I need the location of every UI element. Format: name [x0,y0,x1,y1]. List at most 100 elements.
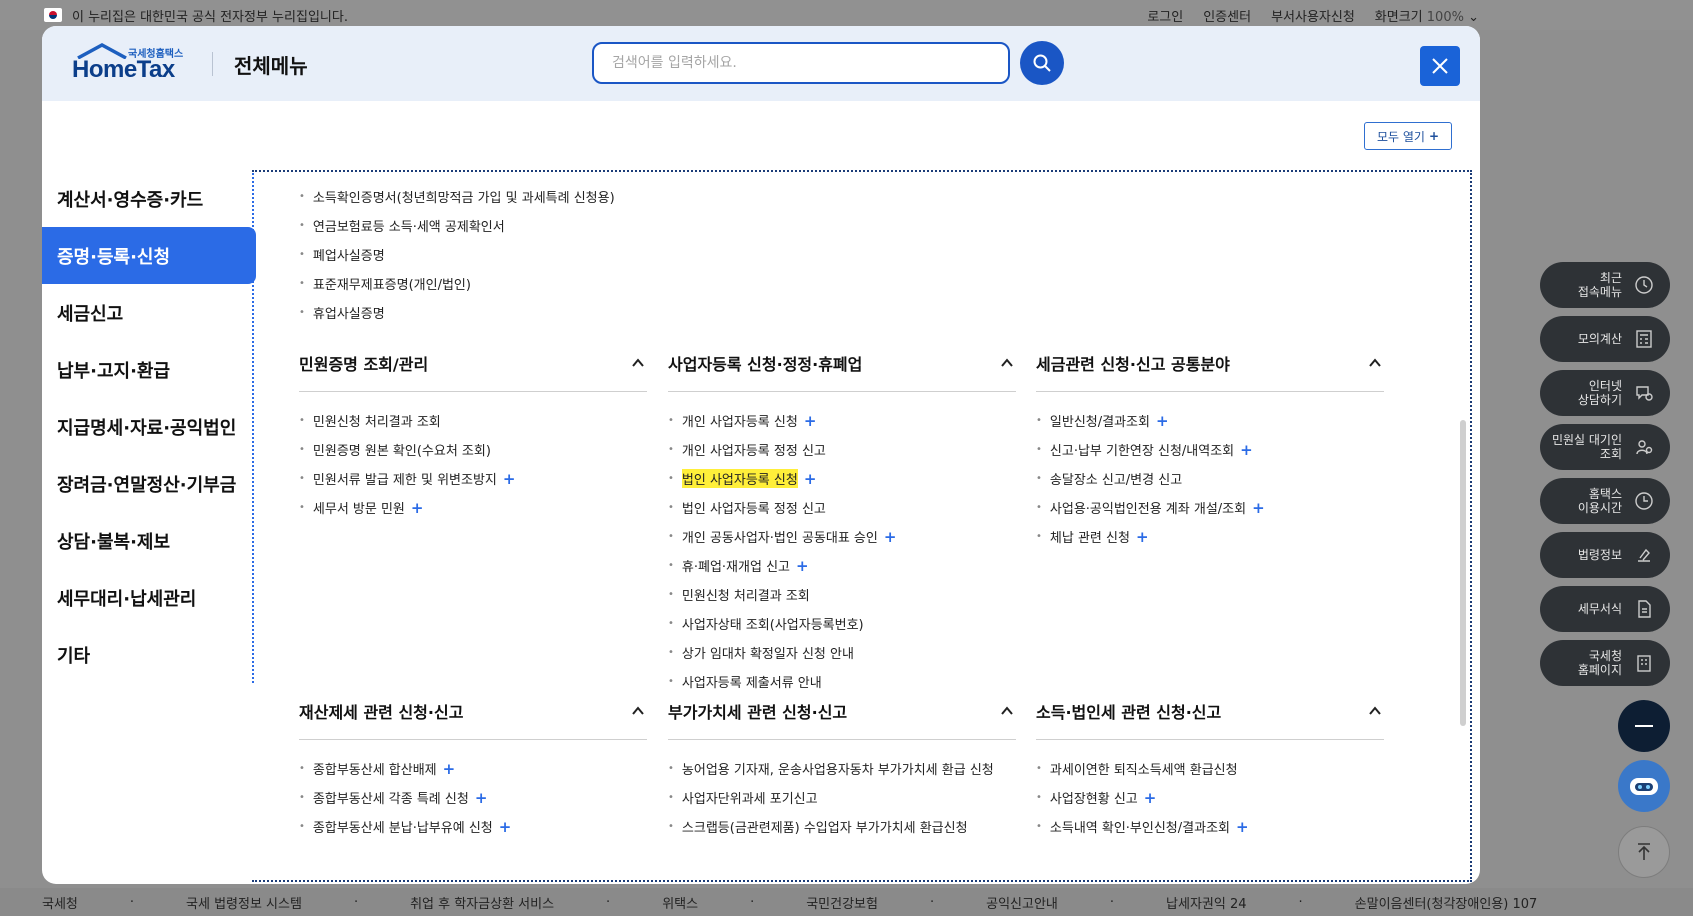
login-link[interactable]: 로그인 [1147,6,1183,25]
sidebar-item[interactable]: 장려금·연말정산·기부금 [42,455,256,512]
menu-link[interactable]: • 법인 사업자등록 정정 신고 [668,493,1016,522]
search-input[interactable] [612,44,972,82]
menu-link[interactable]: • 상가 임대차 확정일자 신청 안내 [668,638,1016,667]
dept-user-link[interactable]: 부서사용자신청 [1271,6,1355,25]
section-header[interactable]: 민원증명 조회/관리 [299,334,647,392]
chevron-up-icon[interactable] [631,704,645,718]
menu-link[interactable]: • 사업자단위과세 포기신고 [668,783,1016,812]
menu-link[interactable]: • 폐업사실증명 [299,240,615,269]
menu-link[interactable]: • 개인 공동사업자·법인 공동대표 승인 + [668,522,1016,551]
section-header[interactable]: 재산제세 관련 신청·신고 [299,682,647,740]
footer-link[interactable]: 공익신고안내 [986,893,1058,912]
footer-link[interactable]: 국민건강보험 [806,893,878,912]
expand-plus-icon[interactable]: + [884,528,897,546]
menu-link[interactable]: • 민원증명 원본 확인(수요처 조회) [299,435,647,464]
scroll-top-button[interactable] [1618,826,1670,878]
collapse-quick-menu-button[interactable] [1618,700,1670,752]
footer-link[interactable]: 납세자권익 24 [1166,893,1246,912]
sidebar-item[interactable]: 세무대리·납세관리 [42,569,256,626]
chevron-up-icon[interactable] [1368,704,1382,718]
footer-link[interactable]: 손말이음센터(청각장애인용) 107 [1355,893,1538,912]
scroll-thumb[interactable] [1460,420,1466,726]
menu-link[interactable]: • 소득내역 확인·부인신청/결과조회 + [1036,812,1384,841]
expand-plus-icon[interactable]: + [503,470,516,488]
expand-plus-icon[interactable]: + [411,499,424,517]
menu-link[interactable]: • 법인 사업자등록 신청 + [668,464,1016,493]
expand-plus-icon[interactable]: + [1136,528,1149,546]
section-header[interactable]: 세금관련 신청·신고 공통분야 [1036,334,1384,392]
sidebar-item[interactable]: 납부·고지·환급 [42,341,256,398]
menu-link[interactable]: • 종합부동산세 각종 특례 신청 + [299,783,647,812]
quick-menu-button[interactable]: 국세청 홈페이지 [1540,640,1670,686]
expand-plus-icon[interactable]: + [1236,818,1249,836]
chevron-up-icon[interactable] [1368,356,1382,370]
menu-link[interactable]: • 표준재무제표증명(개인/법인) [299,269,615,298]
sidebar-item[interactable]: 상담·불복·제보 [42,512,256,569]
expand-plus-icon[interactable]: + [443,760,456,778]
menu-link[interactable]: • 스크랩등(금관련제품) 수입업자 부가가치세 환급신청 [668,812,1016,841]
menu-link[interactable]: • 민원신청 처리결과 조회 [668,580,1016,609]
expand-plus-icon[interactable]: + [1252,499,1265,517]
menu-link[interactable]: • 송달장소 신고/변경 신고 [1036,464,1384,493]
menu-link[interactable]: • 민원서류 발급 제한 및 위변조방지 + [299,464,647,493]
scrollbar[interactable] [1460,250,1468,790]
menu-link[interactable]: • 일반신청/결과조회 + [1036,406,1384,435]
footer-link[interactable]: 국세 법령정보 시스템 [186,893,302,912]
expand-plus-icon[interactable]: + [804,470,817,488]
sidebar-item[interactable]: 지급명세·자료·공익법인 [42,398,256,455]
chevron-up-icon[interactable] [631,356,645,370]
expand-plus-icon[interactable]: + [796,557,809,575]
expand-plus-icon[interactable]: + [1240,441,1253,459]
menu-link[interactable]: • 개인 사업자등록 정정 신고 [668,435,1016,464]
zoom-control[interactable]: 화면크기 100% ⌄ [1375,6,1479,25]
sidebar-item[interactable]: 계산서·영수증·카드 [42,170,256,227]
cert-center-link[interactable]: 인증센터 [1203,6,1251,25]
quick-menu-button[interactable]: 모의계산 [1540,316,1670,362]
quick-menu-button[interactable]: 인터넷 상담하기 [1540,370,1670,416]
hometax-logo[interactable]: 국세청홈택스 HomeTax [72,43,212,86]
open-all-button[interactable]: 모두 열기 + [1364,122,1452,150]
menu-link[interactable]: • 신고·납부 기한연장 신청/내역조회 + [1036,435,1384,464]
close-button[interactable] [1420,46,1460,86]
menu-link[interactable]: • 휴업사실증명 [299,298,615,327]
expand-plus-icon[interactable]: + [499,818,512,836]
menu-link-label: 민원신청 처리결과 조회 [681,589,810,604]
quick-menu-button[interactable]: 법령정보 [1540,532,1670,578]
menu-link[interactable]: • 연금보험료등 소득·세액 공제확인서 [299,211,615,240]
quick-menu-button[interactable]: 홈택스 이용시간 [1540,478,1670,524]
chatbot-button[interactable] [1618,760,1670,812]
chevron-up-icon[interactable] [1000,704,1014,718]
quick-menu-button[interactable]: 최근 접속메뉴 [1540,262,1670,308]
quick-menu-button[interactable]: 민원실 대기인 조회 [1540,424,1670,470]
menu-link[interactable]: • 휴·폐업·재개업 신고 + [668,551,1016,580]
expand-plus-icon[interactable]: + [1144,789,1157,807]
section-header[interactable]: 사업자등록 신청·정정·휴폐업 [668,334,1016,392]
menu-link[interactable]: • 종합부동산세 분납·납부유예 신청 + [299,812,647,841]
menu-link[interactable]: • 과세이연한 퇴직소득세액 환급신청 [1036,754,1384,783]
section-header[interactable]: 부가가치세 관련 신청·신고 [668,682,1016,740]
chevron-up-icon[interactable] [1000,356,1014,370]
sidebar-item[interactable]: 기타 [42,626,256,683]
footer-link[interactable]: 취업 후 학자금상환 서비스 [410,893,554,912]
expand-plus-icon[interactable]: + [475,789,488,807]
menu-link[interactable]: • 소득확인증명서(청년희망적금 가입 및 과세특례 신청용) [299,182,615,211]
menu-link[interactable]: • 세무서 방문 민원 + [299,493,647,522]
menu-link[interactable]: • 사업자상태 조회(사업자등록번호) [668,609,1016,638]
footer-link[interactable]: 국세청 [42,893,78,912]
menu-link[interactable]: • 사업용·공익법인전용 계좌 개설/조회 + [1036,493,1384,522]
section-header[interactable]: 소득·법인세 관련 신청·신고 [1036,682,1384,740]
menu-link[interactable]: • 개인 사업자등록 신청 + [668,406,1016,435]
search-button[interactable] [1020,41,1064,85]
expand-plus-icon[interactable]: + [1156,412,1169,430]
menu-link[interactable]: • 민원신청 처리결과 조회 [299,406,647,435]
menu-link[interactable]: • 농어업용 기자재, 운송사업용자동차 부가가치세 환급 신청 [668,754,1016,783]
footer-link[interactable]: 위택스 [662,893,698,912]
menu-link[interactable]: • 사업장현황 신고 + [1036,783,1384,812]
close-icon [1432,58,1448,74]
quick-menu-button[interactable]: 세무서식 [1540,586,1670,632]
expand-plus-icon[interactable]: + [804,412,817,430]
sidebar-item[interactable]: 증명·등록·신청 [42,227,256,284]
menu-link[interactable]: • 체납 관련 신청 + [1036,522,1384,551]
menu-link[interactable]: • 종합부동산세 합산배제 + [299,754,647,783]
sidebar-item[interactable]: 세금신고 [42,284,256,341]
